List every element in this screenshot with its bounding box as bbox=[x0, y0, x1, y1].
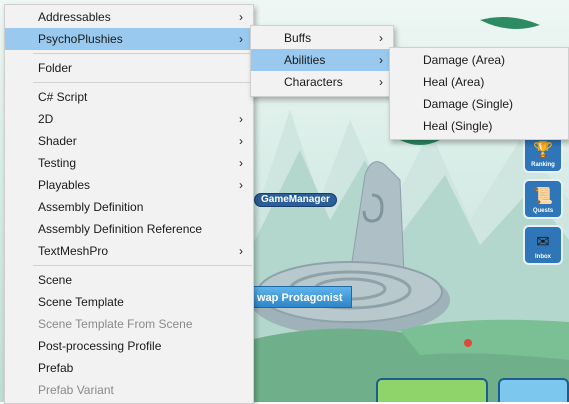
menu-item-post-processing-profile[interactable]: Post-processing Profile bbox=[5, 335, 253, 357]
trophy-icon: 🏆 bbox=[533, 142, 553, 159]
psychoplushies-submenu: Buffs › Abilities › Characters › bbox=[250, 25, 394, 97]
menu-item-label: Assembly Definition Reference bbox=[38, 222, 203, 236]
menu-item-abilities[interactable]: Abilities › bbox=[251, 49, 393, 71]
menu-item-heal-area[interactable]: Heal (Area) bbox=[390, 71, 568, 93]
chevron-right-icon: › bbox=[239, 10, 243, 24]
chevron-right-icon: › bbox=[379, 75, 383, 89]
menu-item-buffs[interactable]: Buffs › bbox=[251, 27, 393, 49]
menu-item-label: 2D bbox=[38, 112, 54, 126]
menu-item-label: Characters bbox=[284, 75, 343, 89]
chevron-right-icon: › bbox=[239, 32, 243, 46]
menu-item-label: Post-processing Profile bbox=[38, 339, 162, 353]
menu-item-playables[interactable]: Playables › bbox=[5, 174, 253, 196]
menu-item-label: Playables bbox=[38, 178, 91, 192]
inbox-label: Inbox bbox=[535, 254, 551, 260]
menu-item-label: Abilities bbox=[284, 53, 326, 67]
character-card[interactable] bbox=[498, 378, 569, 402]
character-card[interactable] bbox=[376, 378, 488, 402]
menu-item-label: Assembly Definition bbox=[38, 200, 144, 214]
menu-item-label: Scene bbox=[38, 273, 73, 287]
chevron-right-icon: › bbox=[239, 178, 243, 192]
ranking-label: Ranking bbox=[531, 162, 555, 168]
menu-item-label: Damage (Single) bbox=[423, 97, 514, 111]
game-manager-tag[interactable]: GameManager bbox=[254, 193, 337, 207]
menu-item-csharp-script[interactable]: C# Script bbox=[5, 86, 253, 108]
menu-item-damage-area[interactable]: Damage (Area) bbox=[390, 49, 568, 71]
menu-item-label: Addressables bbox=[38, 10, 111, 24]
menu-item-label: PsychoPlushies bbox=[38, 32, 123, 46]
chevron-right-icon: › bbox=[379, 31, 383, 45]
abilities-submenu: Damage (Area) Heal (Area) Damage (Single… bbox=[389, 47, 569, 140]
inbox-button[interactable]: ✉ Inbox bbox=[523, 225, 563, 265]
quests-label: Quests bbox=[532, 208, 554, 214]
menu-item-label: Damage (Area) bbox=[423, 53, 506, 67]
menu-separator bbox=[33, 265, 252, 266]
swap-protagonist-button[interactable]: wap Protagonist bbox=[246, 286, 352, 308]
menu-item-scene-template[interactable]: Scene Template bbox=[5, 291, 253, 313]
menu-item-label: Prefab Variant bbox=[38, 383, 114, 397]
menu-item-label: C# Script bbox=[38, 90, 88, 104]
scroll-icon: 📜 bbox=[533, 188, 553, 205]
menu-item-assembly-definition-reference[interactable]: Assembly Definition Reference bbox=[5, 218, 253, 240]
menu-separator bbox=[33, 82, 252, 83]
menu-item-2d[interactable]: 2D › bbox=[5, 108, 253, 130]
chevron-right-icon: › bbox=[379, 53, 383, 67]
menu-item-label: Heal (Area) bbox=[423, 75, 485, 89]
menu-item-testing[interactable]: Testing › bbox=[5, 152, 253, 174]
menu-item-prefab-variant: Prefab Variant bbox=[5, 379, 253, 401]
menu-item-label: Testing bbox=[38, 156, 77, 170]
chevron-right-icon: › bbox=[239, 244, 243, 258]
menu-item-folder[interactable]: Folder bbox=[5, 57, 253, 79]
mail-icon: ✉ bbox=[536, 234, 550, 251]
quests-button[interactable]: 📜 Quests bbox=[523, 179, 563, 219]
chevron-right-icon: › bbox=[239, 112, 243, 126]
menu-separator bbox=[33, 53, 252, 54]
menu-item-prefab[interactable]: Prefab bbox=[5, 357, 253, 379]
menu-item-heal-single[interactable]: Heal (Single) bbox=[390, 115, 568, 137]
menu-item-label: Prefab bbox=[38, 361, 74, 375]
menu-item-textmeshpro[interactable]: TextMeshPro › bbox=[5, 240, 253, 262]
menu-item-damage-single[interactable]: Damage (Single) bbox=[390, 93, 568, 115]
menu-item-label: Shader bbox=[38, 134, 77, 148]
menu-item-label: Scene Template From Scene bbox=[38, 317, 193, 331]
menu-item-addressables[interactable]: Addressables › bbox=[5, 6, 253, 28]
menu-item-label: Scene Template bbox=[38, 295, 124, 309]
menu-item-psychoplushies[interactable]: PsychoPlushies › bbox=[5, 28, 253, 50]
menu-item-characters[interactable]: Characters › bbox=[251, 71, 393, 93]
menu-item-label: Heal (Single) bbox=[423, 119, 493, 133]
menu-item-assembly-definition[interactable]: Assembly Definition bbox=[5, 196, 253, 218]
menu-item-shader[interactable]: Shader › bbox=[5, 130, 253, 152]
menu-item-label: Folder bbox=[38, 61, 73, 75]
create-context-menu: Addressables › PsychoPlushies › Folder C… bbox=[4, 4, 254, 404]
menu-item-scene[interactable]: Scene bbox=[5, 269, 253, 291]
menu-item-label: Buffs bbox=[284, 31, 312, 45]
menu-item-scene-template-from-scene: Scene Template From Scene bbox=[5, 313, 253, 335]
chevron-right-icon: › bbox=[239, 134, 243, 148]
chevron-right-icon: › bbox=[239, 156, 243, 170]
menu-item-label: TextMeshPro bbox=[38, 244, 109, 258]
